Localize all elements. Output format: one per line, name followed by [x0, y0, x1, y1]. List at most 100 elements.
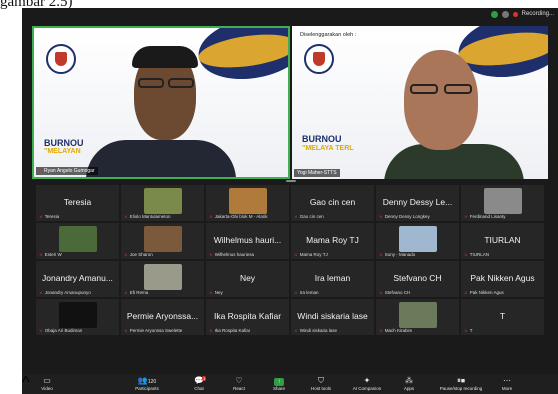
- participant-name-label: ⨯ Mama Roy TJ: [294, 252, 328, 258]
- mic-muted-icon: ⨯: [39, 290, 43, 295]
- participant-name-text: Joe Sharon: [129, 252, 153, 257]
- university-logo: [46, 44, 76, 74]
- participant-tile[interactable]: Wilhelmus hauri... ⨯ Wilhelmus hauriesa: [206, 223, 289, 259]
- participant-tile[interactable]: Ira leman ⨯ Ira leman: [291, 261, 374, 297]
- info-icon[interactable]: [501, 10, 509, 18]
- speaker-name-tag: ● Ryan Angelo Gumogar: [36, 167, 98, 175]
- participant-tile[interactable]: Ney ⨯ Ney: [206, 261, 289, 297]
- participant-video-thumbnail: [143, 264, 182, 290]
- participant-name-text: Ney: [214, 290, 223, 295]
- host-tools-button[interactable]: ⛉ Host tools: [296, 376, 346, 392]
- screenshot-frame: gambar 2.5) Recording... BURNOU "MELAYAN…: [0, 0, 558, 394]
- participant-video-thumbnail: [143, 188, 182, 214]
- speaker-body: [384, 144, 524, 179]
- mic-muted-icon: ⨯: [294, 252, 298, 257]
- apps-icon: ⁂: [405, 376, 413, 385]
- participant-display-name: Mama Roy TJ: [306, 234, 359, 245]
- recording-label: Recording...: [521, 11, 554, 17]
- participant-name-text: Sony - Manado: [384, 252, 416, 257]
- participant-name-label: ⨯ Ika Rospita Kafiar: [209, 328, 250, 334]
- participant-tile[interactable]: T ⨯ T: [461, 299, 544, 335]
- university-logo: [304, 44, 334, 74]
- participants-button[interactable]: 👥120 Participants: [122, 376, 172, 392]
- speaker-tile-active[interactable]: BURNOU "MELAYAN ● Ryan Angelo Gumogar: [32, 26, 290, 179]
- mic-muted-icon: ⨯: [294, 214, 298, 219]
- participant-tile[interactable]: ⨯ Efi Rema: [121, 261, 204, 297]
- participant-tile[interactable]: ⨯ Esteri W: [36, 223, 119, 259]
- mic-muted-icon: ⨯: [379, 328, 383, 333]
- participant-tile[interactable]: TIURLAN ⨯ TIURLAN: [461, 223, 544, 259]
- mic-muted-icon: ⨯: [124, 252, 128, 257]
- participant-name-label: ⨯ Ira leman: [294, 290, 319, 296]
- resize-handle[interactable]: [286, 180, 296, 182]
- participant-name-label: ⨯ Jonandry Amanupunyo: [39, 290, 91, 296]
- participant-tile[interactable]: Mama Roy TJ ⨯ Mama Roy TJ: [291, 223, 374, 259]
- participant-name-text: Denny Dessy Longkey: [384, 214, 430, 219]
- participant-name-label: ⨯ Joe Sharon: [124, 252, 153, 258]
- mic-icon: ●: [39, 168, 43, 174]
- participant-tile[interactable]: Pak Nikken Agus ⨯ Pak Nikken Agus: [461, 261, 544, 297]
- participant-name-text: Windi siskaria lase: [299, 328, 338, 333]
- zoom-meeting-window: Recording... BURNOU "MELAYAN ● Ryan Angel…: [22, 8, 558, 394]
- participant-name-label: ⨯ Gao cin cen: [294, 214, 324, 220]
- participant-name-text: Mach Kirabim: [384, 328, 413, 333]
- speaker-name-tag: Yogi Maher-STTS: [294, 169, 340, 177]
- participant-name-text: Esteri W: [44, 252, 62, 257]
- participant-name-label: ⨯ Efi Rema: [124, 290, 148, 296]
- participant-tile[interactable]: Windi siskaria lase ⨯ Windi siskaria lase: [291, 299, 374, 335]
- participant-display-name: Denny Dessy Le...: [382, 196, 453, 207]
- mic-muted-icon: ⨯: [294, 328, 298, 333]
- participant-tile[interactable]: ⨯ Obaja Ari Budiman: [36, 299, 119, 335]
- participant-tile[interactable]: ⨯ Ferdinand Lisanty: [461, 185, 544, 221]
- glasses-left: [138, 78, 164, 88]
- glasses-right: [444, 84, 472, 94]
- participant-name-text: Stefvano CH: [384, 290, 411, 295]
- mic-muted-icon: ⨯: [209, 214, 213, 219]
- top-status-bar: Recording...: [490, 8, 554, 20]
- mic-muted-icon: ⨯: [124, 290, 128, 295]
- participant-display-name: Pak Nikken Agus: [470, 272, 535, 283]
- participant-name-label: ⨯ Obaja Ari Budiman: [39, 328, 82, 334]
- participant-tile[interactable]: Gao cin cen ⨯ Gao cin cen: [291, 185, 374, 221]
- participant-display-name: Ney: [239, 272, 256, 283]
- apps-button[interactable]: ⁂ Apps: [384, 376, 434, 392]
- video-button[interactable]: ▭ Video: [22, 376, 72, 392]
- participant-name-text: Teresia: [44, 214, 60, 219]
- speaker-body: [86, 140, 236, 177]
- mic-muted-icon: ⨯: [379, 290, 383, 295]
- participant-name-text: Gao cin cen: [299, 214, 324, 219]
- participant-display-name: Teresia: [63, 196, 92, 207]
- participant-name-label: ⨯ TIURLAN: [464, 252, 489, 258]
- pause-stop-recording-button[interactable]: ⏸⏹ Pause/stop recording: [436, 376, 486, 392]
- mic-muted-icon: ⨯: [39, 252, 43, 257]
- participant-display-name: Gao cin cen: [309, 196, 356, 207]
- participant-name-text: Pak Nikken Agus: [469, 290, 504, 295]
- participant-display-name: T: [499, 310, 506, 321]
- participant-tile[interactable]: Ika Rospita Kafiar ⨯ Ika Rospita Kafiar: [206, 299, 289, 335]
- participant-name-label: ⨯ Mach Kirabim: [379, 328, 412, 334]
- speaker-tile[interactable]: Diselenggarakan oleh : BURNOU "MELAYA TE…: [292, 26, 548, 179]
- participant-tile[interactable]: ⨯ Sony - Manado: [376, 223, 459, 259]
- mic-muted-icon: ⨯: [294, 290, 298, 295]
- participant-tile[interactable]: ⨯ Joe Sharon: [121, 223, 204, 259]
- participant-tile[interactable]: Teresia ⨯ Teresia: [36, 185, 119, 221]
- participant-tile[interactable]: Permie Aryonssa... ⨯ Permie Aryonssa Swele…: [121, 299, 204, 335]
- participant-tile[interactable]: ⨯ Eliolo Mantulameton: [121, 185, 204, 221]
- participant-name-text: Jakarta-Obi blok M - Alarik: [214, 214, 268, 219]
- participant-tile[interactable]: Denny Dessy Le... ⨯ Denny Dessy Longkey: [376, 185, 459, 221]
- more-icon: ⋯: [503, 376, 511, 385]
- mic-muted-icon: ⨯: [379, 214, 383, 219]
- more-button[interactable]: ⋯ More: [482, 376, 532, 392]
- speaker-face: [404, 50, 478, 150]
- participant-tile[interactable]: Stefvano CH ⨯ Stefvano CH: [376, 261, 459, 297]
- participant-name-label: ⨯ Ney: [209, 290, 223, 296]
- participant-tile[interactable]: Jonandry Amanu... ⨯ Jonandry Amanupunyo: [36, 261, 119, 297]
- participant-tile[interactable]: ⨯ Jakarta-Obi blok M - Alarik: [206, 185, 289, 221]
- participant-display-name: Ika Rospita Kafiar: [213, 310, 282, 321]
- participant-tile[interactable]: ⨯ Mach Kirabim: [376, 299, 459, 335]
- shield-icon[interactable]: [490, 10, 498, 18]
- participant-name-text: T: [469, 328, 473, 333]
- speaker-hair: [132, 46, 198, 68]
- mic-muted-icon: ⨯: [124, 328, 128, 333]
- participant-name-label: ⨯ Pak Nikken Agus: [464, 290, 504, 296]
